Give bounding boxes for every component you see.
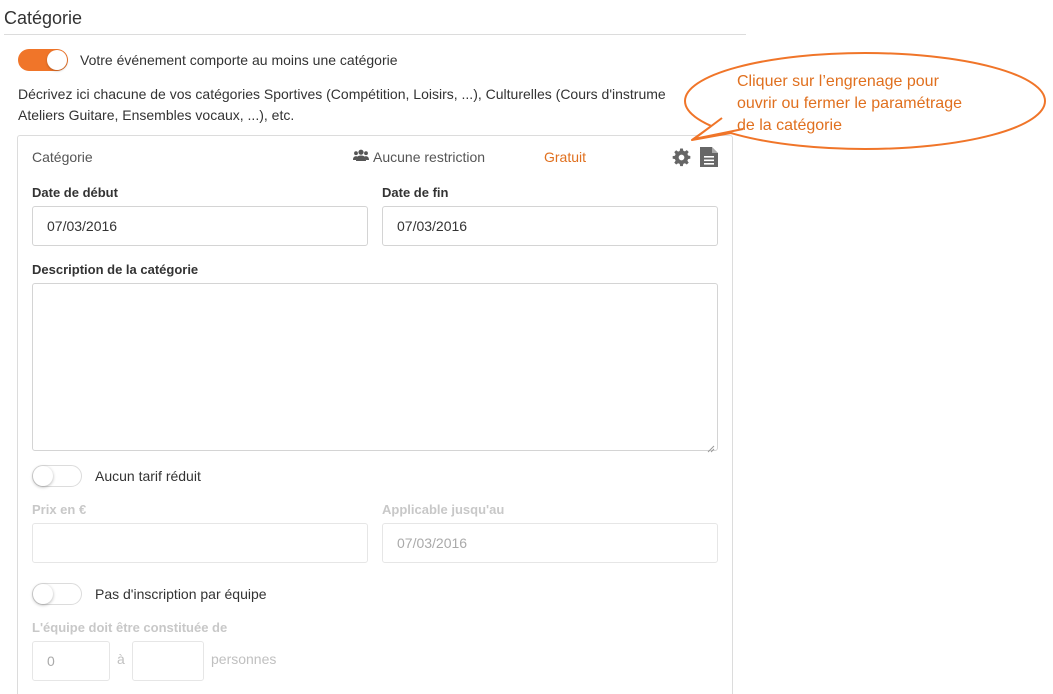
category-description-label: Description de la catégorie <box>32 262 199 277</box>
price-summary[interactable]: Gratuit <box>544 149 586 165</box>
description-line-1: Décrivez ici chacune de vos catégories S… <box>18 86 666 102</box>
toggle-knob <box>47 50 67 70</box>
team-range-separator: à <box>117 651 125 667</box>
reduced-rate-toggle[interactable] <box>32 465 82 487</box>
team-registration-toggle[interactable] <box>32 583 82 605</box>
description-line-2: Ateliers Guitare, Ensembles vocaux, ...)… <box>18 107 295 123</box>
start-date-label: Date de début <box>32 185 118 200</box>
document-icon[interactable] <box>700 147 718 167</box>
team-registration-label: Pas d'inscription par équipe <box>95 586 267 602</box>
team-min-input[interactable]: 0 <box>32 641 110 681</box>
toggle-knob <box>33 584 53 604</box>
section-title: Catégorie <box>4 8 83 28</box>
callout-text: Cliquer sur l’engrenage pour ouvrir ou f… <box>737 71 1027 137</box>
end-date-input[interactable]: 07/03/2016 <box>382 206 718 246</box>
team-size-label: L'équipe doit être constituée de <box>32 620 228 635</box>
category-toggle-label: Votre événement comporte au moins une ca… <box>80 52 398 68</box>
start-date-input[interactable]: 07/03/2016 <box>32 206 368 246</box>
callout-line-2: ouvrir ou fermer le paramétrage <box>737 95 962 112</box>
category-name[interactable]: Catégorie <box>32 149 93 165</box>
category-description: Décrivez ici chacune de vos catégories S… <box>18 84 698 126</box>
toggle-knob <box>33 466 53 486</box>
restriction-label: Aucune restriction <box>373 149 486 165</box>
section-divider <box>4 34 746 35</box>
team-max-input[interactable] <box>132 641 204 681</box>
end-date-label: Date de fin <box>382 185 449 200</box>
price-label: Prix en € <box>32 502 87 517</box>
team-persons-label: personnes <box>211 651 277 667</box>
applicable-until-input[interactable]: 07/03/2016 <box>382 523 718 563</box>
gear-icon[interactable] <box>672 148 691 167</box>
category-toggle[interactable] <box>18 49 68 71</box>
reduced-rate-label: Aucun tarif réduit <box>95 468 201 484</box>
users-icon <box>353 149 369 165</box>
restriction-info[interactable]: Aucune restriction <box>353 149 485 165</box>
price-input[interactable] <box>32 523 368 563</box>
applicable-until-label: Applicable jusqu'au <box>382 502 505 517</box>
category-description-textarea[interactable] <box>32 283 718 453</box>
callout-line-1: Cliquer sur l’engrenage pour <box>737 73 939 90</box>
callout-line-3: de la catégorie <box>737 117 842 134</box>
resize-grip-icon[interactable] <box>707 440 715 453</box>
